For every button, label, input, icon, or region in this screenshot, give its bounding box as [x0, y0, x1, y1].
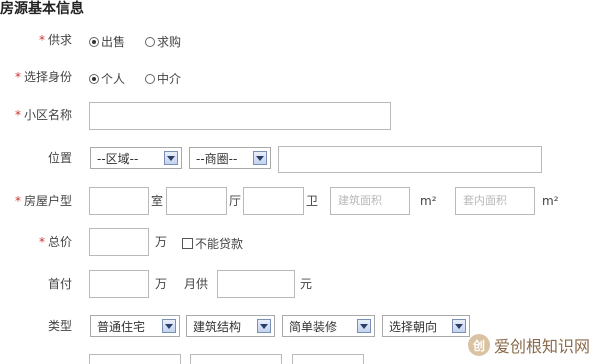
- supply-label: * 供求: [38, 33, 72, 47]
- business-select[interactable]: --商圈--: [189, 147, 271, 169]
- watermark: 创 爱创根知识网: [467, 333, 590, 357]
- room-unit: 室: [151, 194, 164, 208]
- identity-label: * 选择身份: [14, 70, 72, 84]
- room-count-input[interactable]: [89, 187, 149, 215]
- radio-icon: [145, 36, 155, 47]
- no-loan-checkbox[interactable]: 不能贷款: [182, 235, 243, 252]
- region-select[interactable]: --区域--: [90, 147, 182, 169]
- down-payment-unit: 万: [155, 277, 168, 291]
- inner-area-input[interactable]: 套内面积: [455, 187, 535, 215]
- next-row-field[interactable]: [190, 354, 282, 364]
- chevron-down-icon: [162, 319, 176, 333]
- monthly-label: 月供: [184, 277, 209, 291]
- section-title: 房源基本信息: [0, 1, 84, 17]
- house-type-select[interactable]: 普通住宅: [90, 315, 180, 337]
- supply-sell-radio[interactable]: 出售: [89, 33, 125, 50]
- identity-personal-radio[interactable]: 个人: [89, 70, 125, 87]
- bath-unit: 卫: [306, 194, 319, 208]
- structure-select[interactable]: 建筑结构: [186, 315, 275, 337]
- hall-count-input[interactable]: [166, 187, 227, 215]
- identity-agent-radio[interactable]: 中介: [145, 70, 181, 87]
- decoration-select[interactable]: 简单装修: [282, 315, 375, 337]
- down-payment-label: 首付: [47, 277, 72, 291]
- total-price-label: * 总价: [38, 235, 72, 249]
- orientation-select[interactable]: 选择朝向: [382, 315, 470, 337]
- radio-icon: [145, 73, 155, 84]
- chevron-down-icon: [253, 151, 267, 165]
- monthly-payment-input[interactable]: [217, 270, 295, 298]
- build-area-unit: m²: [420, 194, 437, 208]
- bath-count-input[interactable]: [243, 187, 304, 215]
- next-row-field[interactable]: [292, 354, 364, 364]
- down-payment-input[interactable]: [89, 270, 149, 298]
- next-row-field[interactable]: [89, 354, 181, 364]
- layout-label: * 房屋户型: [14, 194, 72, 208]
- community-label: * 小区名称: [14, 108, 72, 122]
- location-label: 位置: [47, 151, 72, 165]
- type-label: 类型: [47, 319, 72, 333]
- total-price-unit: 万: [155, 235, 168, 249]
- chevron-down-icon: [257, 319, 271, 333]
- chevron-down-icon: [452, 319, 466, 333]
- radio-icon: [89, 36, 99, 47]
- total-price-input[interactable]: [89, 228, 149, 256]
- monthly-unit: 元: [300, 277, 313, 291]
- supply-buy-radio[interactable]: 求购: [145, 33, 181, 50]
- watermark-text: 爱创根知识网: [493, 337, 590, 356]
- community-input[interactable]: [89, 102, 391, 130]
- hall-unit: 厅: [229, 194, 242, 208]
- inner-area-unit: m²: [542, 194, 559, 208]
- watermark-logo: 创: [467, 334, 490, 356]
- location-address-input[interactable]: [278, 146, 542, 173]
- build-area-input[interactable]: 建筑面积: [330, 187, 410, 215]
- chevron-down-icon: [164, 151, 178, 165]
- checkbox-icon: [182, 238, 193, 249]
- chevron-down-icon: [357, 319, 371, 333]
- radio-icon: [89, 73, 99, 84]
